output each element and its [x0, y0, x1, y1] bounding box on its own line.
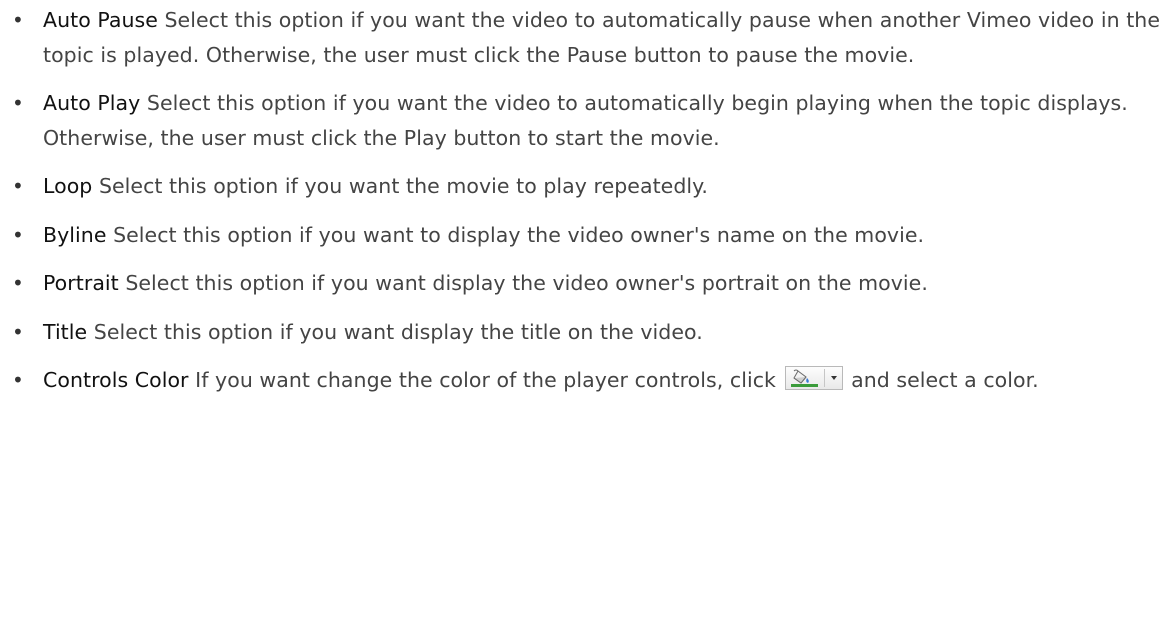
- list-item-controls-color: • Controls Color If you want change the …: [10, 363, 1160, 398]
- list-item-auto-pause: • Auto Pause Select this option if you w…: [10, 3, 1160, 72]
- option-term: Loop: [43, 174, 93, 198]
- option-description: Select this option if you want the video…: [43, 8, 1160, 67]
- option-description: Select this option if you want display t…: [118, 271, 928, 295]
- bullet: •: [12, 271, 24, 295]
- option-term: Controls Color: [43, 368, 189, 392]
- option-description: If you want change the color of the play…: [195, 368, 776, 392]
- bullet: •: [12, 8, 24, 32]
- list-item-title: • Title Select this option if you want d…: [10, 315, 1160, 350]
- option-description-end: and select a color.: [851, 368, 1039, 392]
- fill-color-icon: [790, 369, 818, 387]
- option-description: Select this option if you want to displa…: [113, 222, 925, 247]
- bullet: •: [12, 368, 24, 392]
- button-divider: [823, 369, 825, 387]
- chevron-down-icon: [830, 376, 837, 380]
- option-term: Portrait: [43, 271, 119, 295]
- bullet: •: [12, 174, 24, 198]
- option-description: Select this option if you want the movie…: [98, 174, 708, 198]
- controls-color-button[interactable]: [784, 366, 843, 390]
- option-description: Select this option if you want display t…: [93, 319, 703, 344]
- list-item-loop: • Loop Select this option if you want th…: [10, 169, 1160, 204]
- bullet: •: [12, 222, 24, 247]
- option-term: Auto Play: [43, 91, 141, 115]
- option-description: Select this option if you want the video…: [43, 91, 1128, 150]
- option-term: Auto Pause: [43, 8, 158, 32]
- list-item-auto-play: • Auto Play Select this option if you wa…: [10, 86, 1160, 155]
- bullet: •: [12, 319, 24, 344]
- option-list: • Auto Pause Select this option if you w…: [10, 3, 1160, 412]
- list-item-portrait: • Portrait Select this option if you wan…: [10, 266, 1160, 301]
- bullet: •: [12, 91, 24, 115]
- option-term: Byline: [43, 222, 107, 247]
- option-term: Title: [43, 319, 88, 344]
- list-item-byline: • Byline Select this option if you want …: [10, 218, 1160, 253]
